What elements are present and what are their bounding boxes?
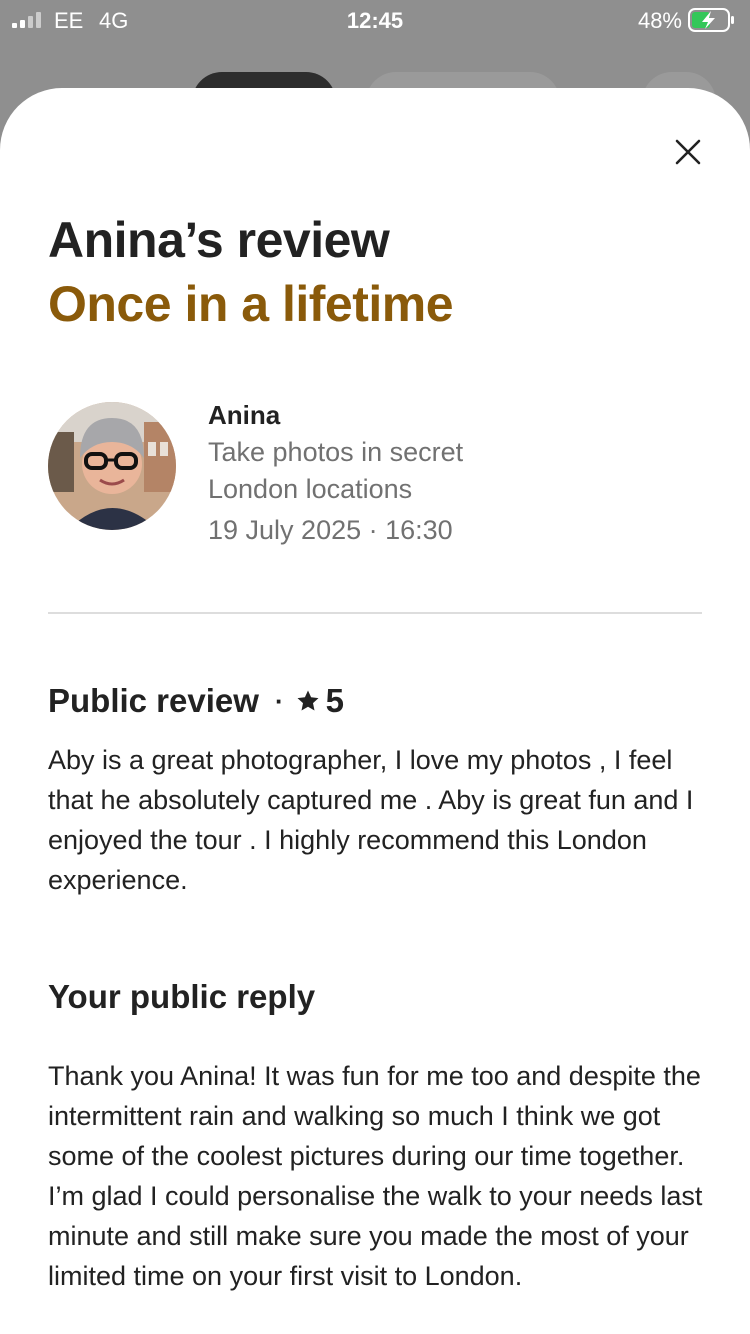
reviewer-info: Anina Take photos in secret London locat…: [208, 396, 688, 549]
public-review-heading: Public review · 5: [48, 676, 702, 726]
public-review-label: Public review: [48, 682, 259, 719]
public-reply-section: Your public reply Thank you Anina! It wa…: [48, 972, 708, 1296]
review-title: Anina’s review: [48, 212, 390, 268]
experience-title-line2: London locations: [208, 474, 413, 504]
separator-dot: ·: [274, 686, 284, 716]
close-icon: [675, 139, 701, 165]
public-review-text: Aby is a great photographer, I love my p…: [48, 745, 694, 895]
public-reply-heading: Your public reply: [48, 978, 316, 1015]
avatar-photo: [48, 402, 176, 530]
public-review-section: Public review · 5 Aby is a great photogr…: [48, 676, 702, 900]
status-bar: EE 4G 12:45 48%: [0, 0, 750, 44]
rating-value: 5: [325, 682, 344, 719]
review-headline: Once in a lifetime: [48, 276, 454, 332]
battery-percent: 48%: [637, 8, 682, 33]
divider: [48, 612, 702, 614]
avatar[interactable]: [48, 402, 176, 530]
star-icon: [297, 690, 319, 711]
experience-title: Take photos in secret: [208, 437, 464, 467]
title-block: Anina’s review Once in a lifetime: [48, 208, 702, 336]
public-reply-text: Thank you Anina! It was fun for me too a…: [48, 1061, 703, 1291]
battery-charging-icon: [688, 8, 734, 32]
review-sheet: Anina’s review Once in a lifetime Anina …: [0, 88, 750, 1334]
reviewer-block: Anina Take photos in secret London locat…: [48, 396, 702, 546]
reviewer-name: Anina: [208, 400, 281, 430]
review-date: 19 July 2025 · 16:30: [208, 515, 453, 545]
close-button[interactable]: [668, 132, 708, 172]
